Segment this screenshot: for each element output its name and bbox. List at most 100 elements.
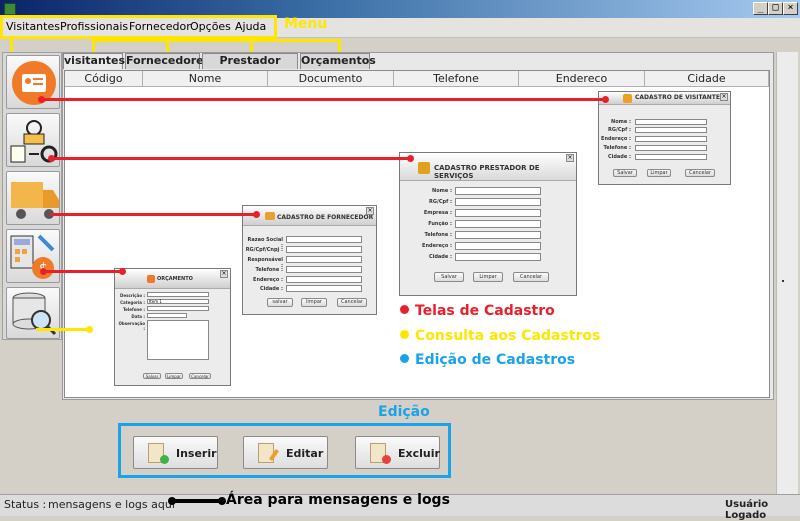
yellow-dot [86,326,93,333]
field-label: Cidade : [428,254,452,260]
yellow-connector [36,328,88,331]
field-input[interactable] [455,187,541,195]
legend-yellow-dot [400,330,409,339]
field-label: Função : [428,221,452,227]
close-icon[interactable]: × [366,207,374,215]
clear-button[interactable]: Limpar [647,169,671,177]
field-input[interactable] [455,253,541,261]
field-input[interactable] [635,119,707,125]
column-header-endereco[interactable]: Endereco [519,71,645,87]
cancel-button[interactable]: Cancelar [189,373,211,379]
close-button[interactable]: × [783,2,798,15]
legend-red: Telas de Cadastro [400,303,555,319]
form-title: CADASTRO PRESTADOR DE SERVIÇOS [434,164,540,180]
field-label: Endereço : [253,277,283,283]
cancel-button[interactable]: Cancelar [685,169,715,177]
sidebar-button-fornecedor[interactable] [6,171,60,225]
field-input[interactable] [455,198,541,206]
menu-fornecedor[interactable]: Fornecedor [129,20,191,33]
cancel-button[interactable]: Cancelar [513,272,549,282]
field-input[interactable] [286,246,362,253]
cancel-button[interactable]: Cancelar [337,298,367,307]
field-input[interactable] [147,313,187,318]
field-label: RG/Cpf : [429,199,452,205]
red-dot [602,96,609,103]
field-input[interactable] [286,285,362,292]
insert-button[interactable]: Inserir [133,436,218,469]
field-input[interactable] [455,242,541,250]
calculator-money-icon [147,275,155,283]
field-label: Data : [131,314,145,319]
field-input[interactable] [286,276,362,283]
red-dot [253,211,260,218]
notes-textarea[interactable] [147,320,209,360]
field-label: Nome : [611,119,631,125]
column-header-cidade[interactable]: Cidade [645,71,769,87]
field-label: Telefone : [424,232,452,238]
field-label: Cidade : [607,154,631,160]
menu-ajuda[interactable]: Ajuda [235,20,266,33]
edit-annotation-label: Edição [378,404,430,420]
legend-yellow: Consulta aos Cadastros [400,328,600,344]
field-input[interactable] [286,256,362,263]
close-icon[interactable]: × [720,93,728,101]
field-input[interactable] [635,154,707,160]
menu-profissionais[interactable]: Profissionais [60,20,128,33]
column-header-nome[interactable]: Nome [143,71,268,87]
legend-red-label: Telas de Cadastro [415,303,555,319]
field-input[interactable] [147,306,209,311]
category-select[interactable]: Item 1 [147,299,209,304]
save-button[interactable]: Salvar [613,169,637,177]
calculator-money-icon: $ [10,234,55,279]
tab-orcamentos[interactable]: Orçamentos [300,53,376,69]
column-header-documento[interactable]: Documento [268,71,394,87]
menu-opcoes[interactable]: Opções [190,20,231,33]
column-header-codigo[interactable]: Código [65,71,143,87]
save-button[interactable]: Salvar [143,373,161,379]
save-button[interactable]: Salvar [434,272,464,282]
field-label: Observação : [118,321,145,331]
column-header-telefone[interactable]: Telefone [394,71,519,87]
menu-annotation-label: Menu [284,16,328,32]
sidebar-button-orcamento[interactable]: $ [6,229,60,283]
field-input[interactable] [147,292,209,297]
menu-bar: Visitantes Profissionais Fornecedor Opçõ… [0,18,800,38]
clear-button[interactable]: limpar [301,298,327,307]
tab-fornecedores[interactable]: Fornecedores [125,53,210,69]
visitor-card-icon [623,94,632,103]
save-button[interactable]: salvar [267,298,293,307]
legend-yellow-label: Consulta aos Cadastros [415,328,601,344]
field-input[interactable] [635,145,707,151]
field-input[interactable] [455,231,541,239]
visitor-card-icon [12,61,56,105]
red-dot [407,155,414,162]
delete-button[interactable]: Excluir [355,436,440,469]
maximize-button[interactable]: □ [768,2,783,15]
form-window-fornecedor: CADASTRO DE FORNECEDOR × Razao Social : … [242,205,377,315]
field-input[interactable] [286,236,362,243]
close-icon[interactable]: × [566,154,574,162]
minimize-button[interactable]: _ [753,2,768,15]
clear-button[interactable]: Limpar [473,272,503,282]
clear-button[interactable]: Limpar [165,373,183,379]
field-label: Nome : [432,188,452,194]
tab-prestador-servico[interactable]: Prestador Serviço [202,53,298,81]
tab-visitantes[interactable]: visitantes [63,53,125,69]
field-label: Categoria : [120,300,145,305]
field-input[interactable] [635,136,707,142]
field-input[interactable] [455,220,541,228]
field-label: Telefone : [255,267,283,273]
edit-button[interactable]: Editar [243,436,328,469]
sidebar: $ [2,52,62,340]
menu-visitantes[interactable]: Visitantes [6,20,60,33]
field-label: RG/Cpf/Cnpj : [245,247,283,253]
close-icon[interactable]: × [220,270,228,278]
field-label: RG/Cpf : [608,127,631,133]
database-search-icon [12,292,57,336]
field-input[interactable] [286,266,362,273]
delete-icon [382,455,391,464]
field-input[interactable] [635,127,707,133]
field-input[interactable] [455,209,541,217]
sidebar-button-consulta[interactable] [6,287,60,339]
menu-annotation-frame-right [274,15,277,39]
